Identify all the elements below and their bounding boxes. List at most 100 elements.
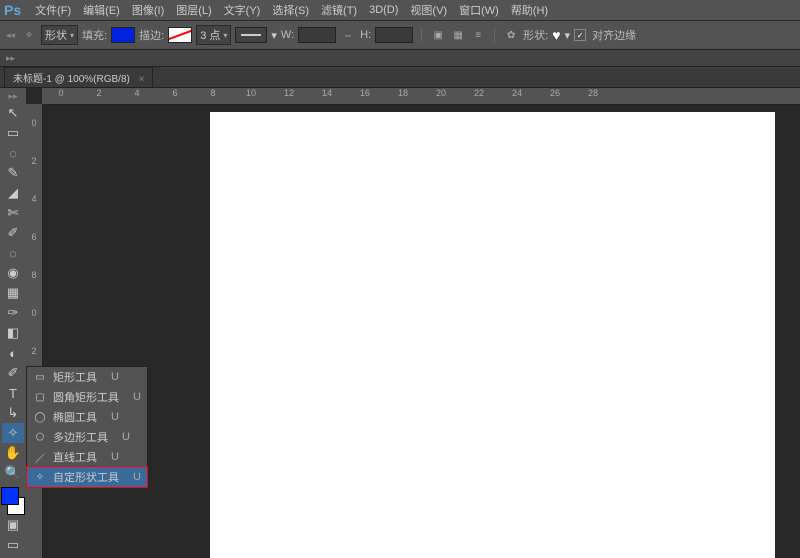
collapse-toggle-icon[interactable]: ◂◂	[4, 29, 17, 42]
tool-button-1[interactable]: ▭	[2, 123, 24, 143]
ruler-mark: 4	[118, 88, 156, 104]
width-input[interactable]	[298, 27, 336, 43]
tool-button-7[interactable]: ◌	[2, 243, 24, 263]
stroke-label: 描边:	[139, 27, 164, 43]
tool-button-18[interactable]: 🔍	[2, 463, 24, 483]
stroke-color-swatch[interactable]	[168, 27, 192, 43]
flyout-item-label: 直线工具	[53, 449, 97, 465]
path-operations-icon[interactable]: ▣	[430, 27, 446, 43]
tool-button-13[interactable]: ✐	[2, 363, 24, 383]
tool-button-10[interactable]: ✑	[2, 303, 24, 323]
menu-help[interactable]: 帮助(H)	[505, 2, 554, 18]
stroke-style-dropdown[interactable]	[235, 27, 267, 43]
height-label: H:	[360, 29, 371, 41]
tool-button-12[interactable]: ◐	[2, 343, 24, 363]
settings-gear-icon[interactable]: ✿	[503, 27, 519, 43]
height-input[interactable]	[375, 27, 413, 43]
tool-button-3[interactable]: ✎	[2, 163, 24, 183]
tool-button-15[interactable]: ↳	[2, 403, 24, 423]
tool-mode-dropdown[interactable]: 形状 ▾	[41, 25, 78, 45]
flyout-item-3[interactable]: ⬠多边形工具U	[27, 427, 147, 447]
menu-window[interactable]: 窗口(W)	[453, 2, 505, 18]
stroke-width-input[interactable]: 3 点 ▾	[196, 25, 231, 45]
tool-button-0[interactable]: ↖	[2, 103, 24, 123]
tool-button-6[interactable]: ✐	[2, 223, 24, 243]
flyout-item-icon: ▢	[33, 392, 47, 403]
flyout-item-label: 椭圆工具	[53, 409, 97, 425]
ruler-mark: 0	[42, 88, 80, 104]
stroke-width-value: 3 点	[200, 27, 220, 43]
flyout-item-4[interactable]: ／ 直线工具 U	[27, 447, 147, 467]
chevron-down-icon: ▾	[223, 31, 227, 40]
flyout-item-icon: ⬠	[33, 432, 47, 443]
shape-preview-heart-icon[interactable]: ♥	[552, 27, 560, 43]
workspace: ▸▸ ↖▭◌✎◢✄✐◌◉▦✑◧◐✐T↳✧✋🔍 ▣ ▭ 0246802 02468…	[0, 88, 800, 558]
close-tab-icon[interactable]: ×	[139, 74, 145, 85]
options-bar: ◂◂ ✧ 形状 ▾ 填充: 描边: 3 点 ▾ ▾ W: ⇔ H: ▣ ▦ ≡ …	[0, 21, 800, 50]
link-wh-icon[interactable]: ⇔	[340, 27, 356, 43]
horizontal-ruler: 0246810121416182022242628	[42, 88, 800, 105]
ruler-mark: 8	[194, 88, 232, 104]
path-arrangement-icon[interactable]: ≡	[470, 27, 486, 43]
flyout-item-1[interactable]: ▢圆角矩形工具U	[27, 387, 147, 407]
tool-button-8[interactable]: ◉	[2, 263, 24, 283]
flyout-item-0[interactable]: ▭矩形工具U	[27, 367, 147, 387]
toolbar-expand-icon[interactable]: ▸▸	[6, 90, 19, 103]
ruler-mark: 8	[26, 256, 42, 294]
flyout-item-5[interactable]: ✧自定形状工具U	[26, 466, 148, 488]
tool-button-11[interactable]: ◧	[2, 323, 24, 343]
menu-layer[interactable]: 图层(L)	[170, 2, 217, 18]
app-logo: Ps	[4, 2, 21, 18]
color-swatch-panel	[2, 487, 24, 515]
tool-button-14[interactable]: T	[2, 383, 24, 403]
tool-panel: ▸▸ ↖▭◌✎◢✄✐◌◉▦✑◧◐✐T↳✧✋🔍 ▣ ▭	[0, 88, 26, 558]
menu-bar: Ps 文件(F) 编辑(E) 图像(I) 图层(L) 文字(Y) 选择(S) 滤…	[0, 0, 800, 21]
foreground-color[interactable]	[1, 487, 19, 505]
fill-label: 填充:	[82, 27, 107, 43]
menu-view[interactable]: 视图(V)	[404, 2, 453, 18]
document-tab[interactable]: 未标题-1 @ 100%(RGB/8) ×	[4, 67, 153, 87]
flyout-item-shortcut: U	[133, 471, 141, 483]
menu-type[interactable]: 文字(Y)	[218, 2, 267, 18]
flyout-item-label: 自定形状工具	[53, 469, 119, 485]
collapse-toggle-icon[interactable]: ▸▸	[4, 52, 17, 65]
flyout-item-2[interactable]: ◯椭圆工具U	[27, 407, 147, 427]
ruler-mark: 26	[536, 88, 574, 104]
tool-button-17[interactable]: ✋	[2, 443, 24, 463]
menu-file[interactable]: 文件(F)	[29, 2, 77, 18]
flyout-item-shortcut: U	[133, 391, 141, 403]
menu-filter[interactable]: 滤镜(T)	[315, 2, 363, 18]
flyout-item-label: 矩形工具	[53, 369, 97, 385]
document-tab-bar: 未标题-1 @ 100%(RGB/8) ×	[0, 67, 800, 88]
screenmode-icon[interactable]: ▭	[2, 535, 24, 555]
path-alignment-icon[interactable]: ▦	[450, 27, 466, 43]
ruler-mark: 2	[26, 142, 42, 180]
menu-edit[interactable]: 编辑(E)	[77, 2, 126, 18]
vertical-ruler: 0246802	[26, 104, 43, 558]
current-tool-icon[interactable]: ✧	[21, 27, 37, 43]
tool-button-5[interactable]: ✄	[2, 203, 24, 223]
align-edges-checkbox[interactable]: ✓	[574, 29, 586, 41]
tool-button-4[interactable]: ◢	[2, 183, 24, 203]
ruler-mark: 14	[308, 88, 346, 104]
canvas[interactable]	[210, 112, 775, 558]
tool-button-16[interactable]: ✧	[2, 423, 24, 443]
ruler-mark: 16	[346, 88, 384, 104]
shape-label: 形状:	[523, 27, 548, 43]
chevron-down-icon: ▾	[565, 29, 571, 42]
tool-button-9[interactable]: ▦	[2, 283, 24, 303]
fill-color-swatch[interactable]	[111, 27, 135, 43]
ruler-mark: 10	[232, 88, 270, 104]
quickmask-icon[interactable]: ▣	[2, 515, 24, 535]
menu-image[interactable]: 图像(I)	[126, 2, 170, 18]
document-tab-title: 未标题-1 @ 100%(RGB/8)	[13, 74, 130, 85]
separator	[494, 28, 495, 42]
menu-3d[interactable]: 3D(D)	[363, 4, 404, 16]
tool-button-2[interactable]: ◌	[2, 143, 24, 163]
flyout-item-shortcut: U	[111, 451, 119, 463]
flyout-item-icon: ／	[33, 450, 47, 465]
ruler-mark: 0	[26, 294, 42, 332]
ruler-mark: 0	[26, 104, 42, 142]
menu-select[interactable]: 选择(S)	[266, 2, 315, 18]
ruler-mark: 12	[270, 88, 308, 104]
